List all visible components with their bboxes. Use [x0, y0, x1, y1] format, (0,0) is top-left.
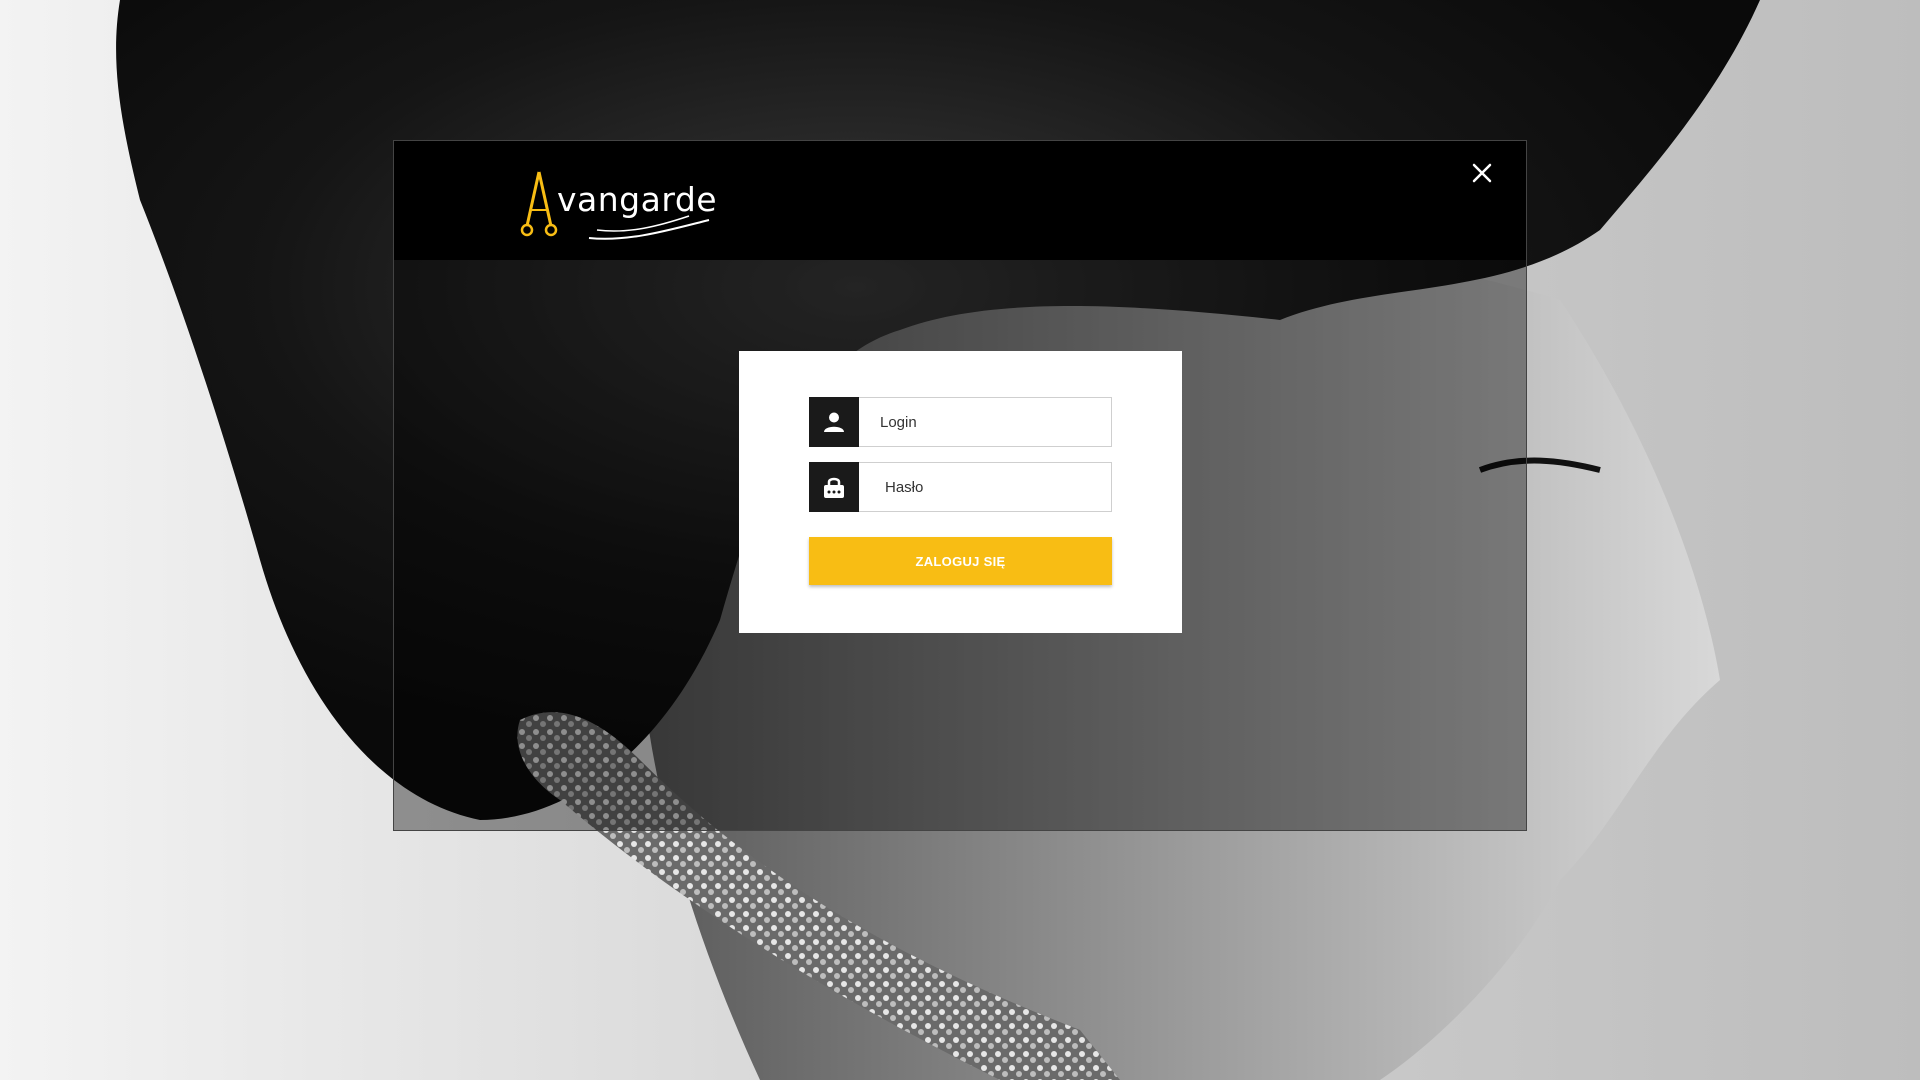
login-field: [809, 397, 1112, 447]
user-icon: [809, 397, 859, 447]
modal-header: vangarde: [394, 141, 1526, 260]
close-icon[interactable]: [1466, 157, 1498, 189]
logo-text: vangarde: [557, 180, 718, 219]
login-card: ZALOGUJ SIĘ: [739, 351, 1182, 633]
login-modal: vangarde Login ZALOGUJ SIĘ: [393, 140, 1527, 831]
brand-logo: vangarde: [519, 168, 719, 248]
password-input[interactable]: [864, 463, 1104, 511]
close-button[interactable]: [1466, 157, 1498, 189]
password-field: [809, 462, 1112, 512]
lock-icon: [809, 462, 859, 512]
login-submit-button[interactable]: ZALOGUJ SIĘ: [809, 537, 1112, 585]
page: vangarde Login ZALOGUJ SIĘ: [0, 0, 1920, 1080]
login-input[interactable]: [864, 398, 1104, 446]
